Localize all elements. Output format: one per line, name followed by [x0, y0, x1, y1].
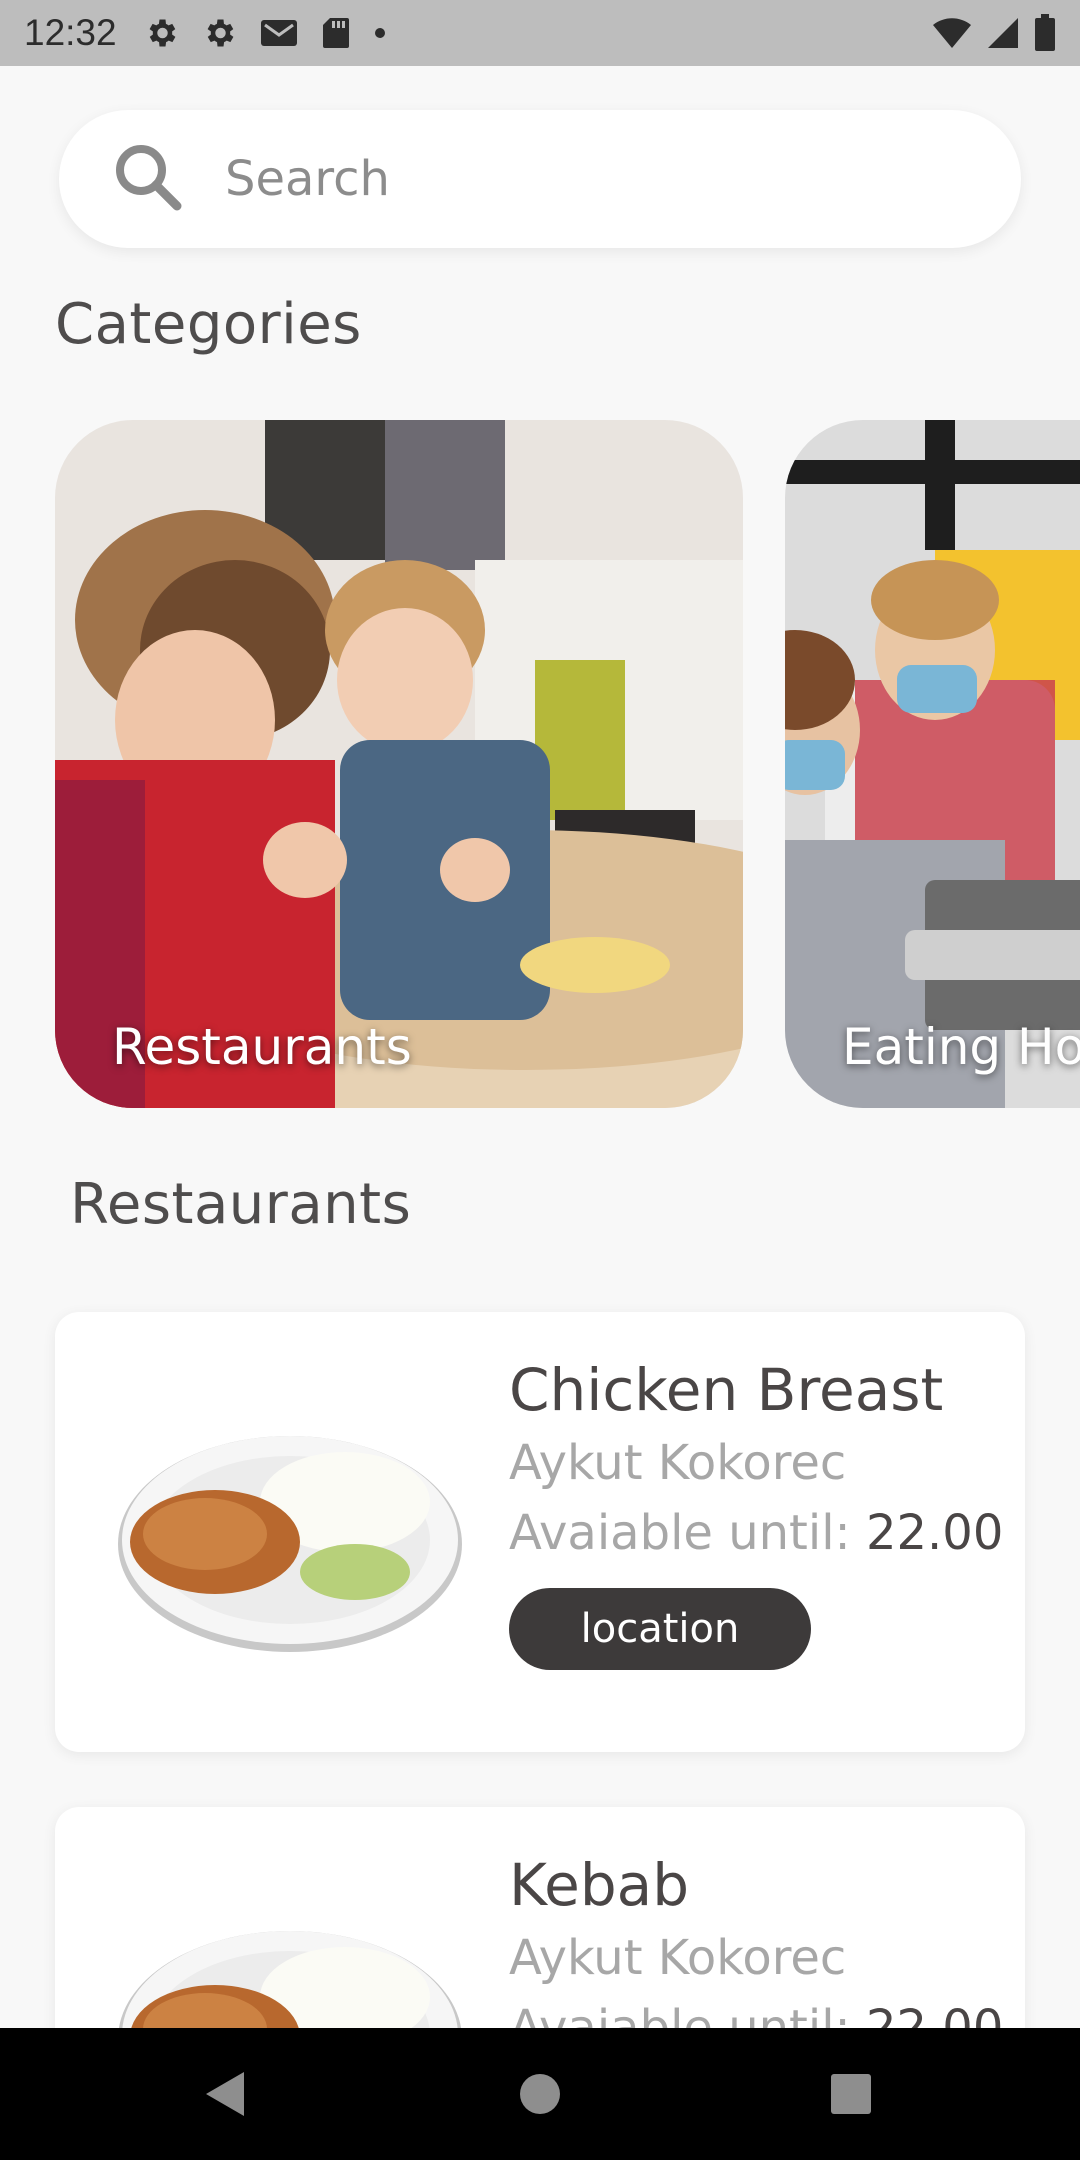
food-card[interactable]: Chicken Breast Aykut Kokorec Avaiable un…	[55, 1312, 1025, 1752]
status-time: 12:32	[24, 12, 117, 53]
category-label: Eating Houses	[842, 1018, 1080, 1076]
food-availability: Avaiable until: 22.00	[509, 1498, 1003, 1568]
restaurants-title: Restaurants	[70, 1172, 412, 1237]
category-label: Restaurants	[112, 1018, 412, 1076]
availability-time: 22.00	[865, 1505, 1004, 1561]
categories-title: Categories	[55, 292, 362, 357]
navigation-bar	[0, 2028, 1080, 2160]
sd-card-icon	[321, 16, 351, 50]
home-button[interactable]	[480, 2028, 600, 2160]
settings-icon	[201, 15, 237, 51]
food-name: Chicken Breast	[509, 1356, 944, 1424]
search-bar[interactable]	[59, 110, 1021, 248]
category-image-eating-houses	[785, 420, 1080, 1108]
search-input[interactable]	[225, 151, 945, 207]
back-button[interactable]	[166, 2028, 286, 2160]
availability-label: Avaiable until:	[509, 1505, 851, 1561]
food-info: Chicken Breast Aykut Kokorec Avaiable un…	[509, 1352, 1003, 1670]
signal-icon	[986, 16, 1020, 50]
status-icons-right	[932, 14, 1056, 52]
food-vendor: Aykut Kokorec	[509, 1435, 847, 1491]
back-icon	[206, 2072, 244, 2116]
food-name: Kebab	[509, 1851, 690, 1919]
recents-button[interactable]	[791, 2028, 911, 2160]
wifi-icon	[932, 17, 972, 49]
battery-icon	[1034, 14, 1056, 52]
search-icon	[111, 140, 185, 218]
category-card-restaurants[interactable]: Restaurants	[55, 420, 743, 1108]
home-icon	[520, 2074, 560, 2114]
food-image	[118, 1436, 462, 1652]
food-vendor: Aykut Kokorec	[509, 1930, 847, 1986]
gmail-icon	[259, 17, 299, 49]
dot-icon	[373, 26, 387, 40]
location-button[interactable]: location	[509, 1588, 811, 1670]
categories-carousel[interactable]: Restaurants Eating Houses	[0, 420, 1080, 1110]
status-icons-left	[143, 15, 387, 51]
category-card-eating-houses[interactable]: Eating Houses	[785, 420, 1080, 1108]
recents-icon	[831, 2074, 871, 2114]
settings-icon	[143, 15, 179, 51]
category-image-restaurants	[55, 420, 743, 1108]
status-bar: 12:32	[0, 0, 1080, 66]
